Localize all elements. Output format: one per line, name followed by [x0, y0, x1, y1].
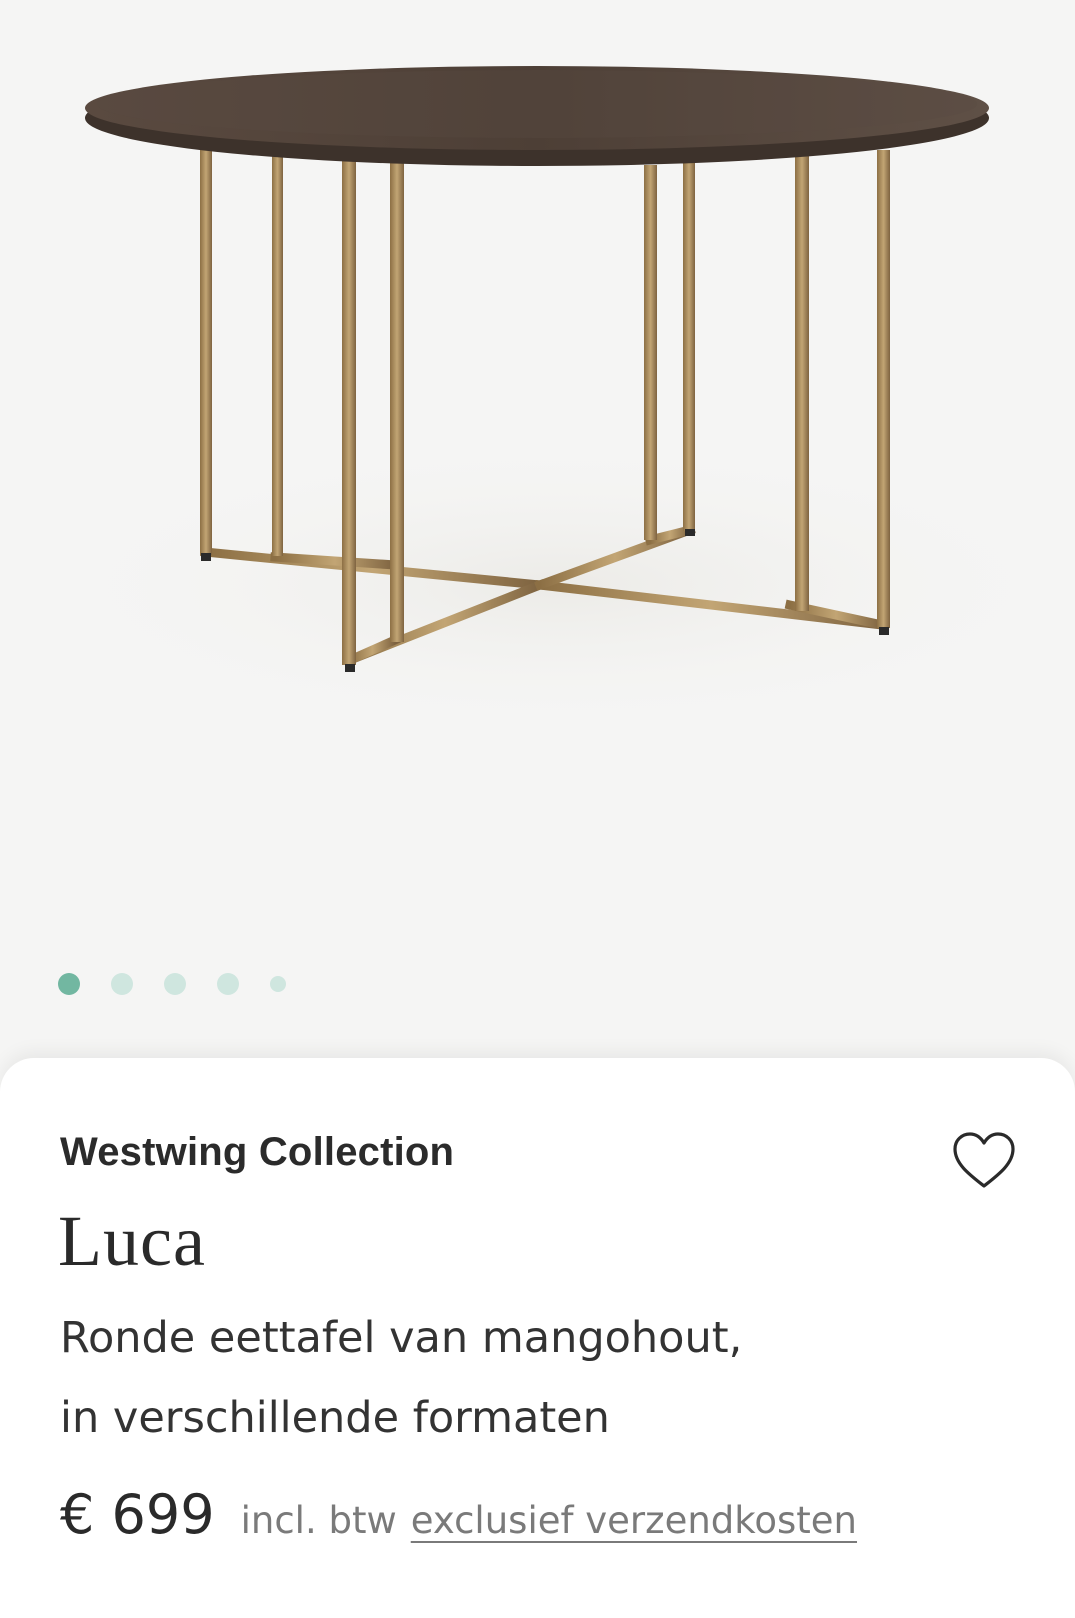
brand-name[interactable]: Westwing Collection: [60, 1130, 454, 1175]
product-description: Ronde eettafel van mangohout, in verschi…: [60, 1298, 1020, 1458]
gallery-pagination: [58, 973, 317, 995]
product-image: [20, 66, 1075, 735]
product-title: Luca: [58, 1201, 206, 1281]
shipping-costs-link[interactable]: exclusief verzendkosten: [411, 1499, 857, 1542]
price-row: € 699 incl. btw exclusief verzendkosten: [60, 1483, 857, 1546]
price: € 699: [60, 1483, 215, 1546]
gallery-dot-3[interactable]: [164, 973, 186, 995]
description-line-1: Ronde eettafel van mangohout,: [60, 1313, 743, 1363]
favorite-button[interactable]: [950, 1130, 1018, 1192]
gallery-dot-2[interactable]: [111, 973, 133, 995]
gallery-dot-1[interactable]: [58, 973, 80, 995]
gallery-dot-5[interactable]: [270, 976, 286, 992]
product-image-gallery[interactable]: [0, 0, 1075, 1060]
gallery-dot-4[interactable]: [217, 973, 239, 995]
heart-outline-icon: [953, 1132, 1015, 1188]
description-line-2: in verschillende formaten: [60, 1393, 610, 1443]
vat-label: incl. btw: [240, 1499, 397, 1542]
